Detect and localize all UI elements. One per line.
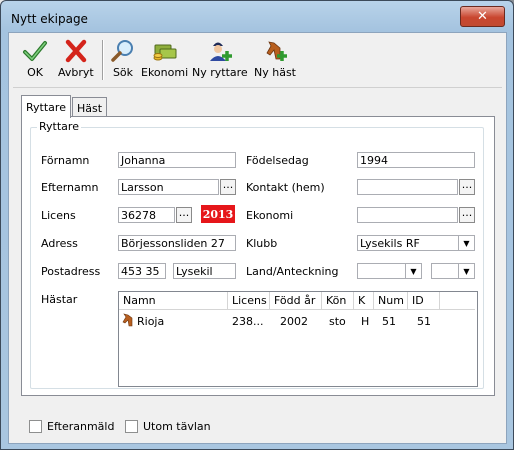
adress-field[interactable]: Börjessonsliden 27 (118, 235, 236, 251)
new-rider-label: Ny ryttare (192, 66, 248, 79)
close-button[interactable]: ✕ (460, 6, 505, 27)
tab-ryttare[interactable]: Ryttare (21, 95, 71, 118)
new-horse-label: Ny häst (254, 66, 296, 79)
new-rider-button[interactable]: Ny ryttare (192, 37, 248, 83)
kontakt-browse-button[interactable]: ... (459, 179, 475, 195)
chevron-down-icon: ▼ (458, 236, 474, 250)
toolbar: OK Avbryt Sök Ekonomi Ny ryttare Ny häst (14, 37, 304, 83)
license-year-badge: 2013 (201, 205, 235, 223)
ekonomi-field[interactable] (357, 207, 458, 223)
horse-icon (122, 313, 133, 327)
efteranmald-label: Efteranmäld (47, 420, 115, 433)
klubb-select[interactable]: Lysekils RF ▼ (357, 235, 475, 251)
column-header-namn[interactable]: Namn (119, 292, 228, 309)
economy-button[interactable]: Ekonomi (141, 37, 188, 83)
horse-fodd-ar: 2002 (280, 315, 308, 328)
efternamn-label: Efternamn (41, 181, 99, 194)
licens-browse-button[interactable]: ... (176, 207, 192, 223)
search-label: Sök (112, 66, 134, 79)
rider-group-label: Ryttare (37, 120, 81, 133)
column-header-id[interactable]: ID (408, 292, 440, 309)
klubb-label: Klubb (246, 237, 278, 250)
utom-tavlan-label: Utom tävlan (143, 420, 211, 433)
column-header-k[interactable]: K (354, 292, 374, 309)
postnummer-field[interactable]: 453 35 (118, 263, 166, 279)
horses-table[interactable]: Namn Licens Född år Kön K Num ID Rioja 2… (118, 291, 478, 387)
ekonomi-browse-button[interactable]: ... (459, 207, 475, 223)
efternamn-browse-button[interactable]: ... (220, 179, 236, 195)
licens-label: Licens (41, 209, 76, 222)
column-header-fodd-ar[interactable]: Född år (270, 292, 322, 309)
window-title: Nytt ekipage (11, 12, 88, 26)
chevron-down-icon: ▼ (458, 264, 474, 278)
magnifier-icon (111, 40, 133, 62)
tab-hast-label: Häst (77, 101, 103, 115)
ekonomi-label: Ekonomi (246, 209, 294, 222)
adress-label: Adress (41, 237, 78, 250)
checkmark-icon (23, 41, 47, 61)
add-rider-icon (209, 42, 232, 61)
horse-k: H (361, 315, 370, 328)
klubb-value: Lysekils RF (360, 237, 420, 250)
tab-hast[interactable]: Häst (72, 97, 108, 118)
close-icon: ✕ (477, 9, 488, 24)
add-horse-icon (266, 41, 287, 61)
ok-label: OK (27, 66, 43, 79)
horse-kon: sto (329, 315, 346, 328)
chevron-down-icon: ▼ (405, 264, 421, 278)
ok-button[interactable]: OK (22, 37, 48, 83)
horse-licens: 238... (232, 315, 264, 328)
economy-label: Ekonomi (141, 66, 189, 79)
dialog-window: Nytt ekipage ✕ OK Avbryt Sök Ekonomi Ny … (0, 0, 514, 450)
search-button[interactable]: Sök (110, 37, 136, 83)
cancel-label: Avbryt (58, 66, 94, 79)
ort-field[interactable]: Lysekil (173, 263, 236, 279)
hastar-label: Hästar (41, 293, 78, 306)
efteranmald-checkbox-box (29, 420, 42, 433)
tab-panel-ryttare: Ryttare Förnamn Efternamn Licens Adress … (21, 116, 495, 396)
anteckning-select[interactable]: ▼ (431, 263, 475, 279)
new-horse-button[interactable]: Ny häst (254, 37, 296, 83)
fornamn-field[interactable]: Johanna (118, 152, 236, 168)
toolbar-separator (102, 40, 104, 80)
licens-field[interactable]: 36278 (118, 207, 175, 223)
postadress-label: Postadress (41, 265, 101, 278)
column-header-kon[interactable]: Kön (322, 292, 354, 309)
horses-table-header: Namn Licens Född år Kön K Num ID (119, 292, 475, 310)
fodelsedag-field[interactable]: 1994 (357, 152, 475, 168)
efternamn-field[interactable]: Larsson (118, 179, 219, 195)
utom-tavlan-checkbox-box (125, 420, 138, 433)
toolbar-bottom-divider (13, 87, 502, 88)
efteranmald-checkbox[interactable]: Efteranmäld (29, 420, 114, 433)
column-header-num[interactable]: Num (374, 292, 408, 309)
money-icon (153, 44, 177, 61)
utom-tavlan-checkbox[interactable]: Utom tävlan (125, 420, 211, 433)
kontakt-field[interactable] (357, 179, 458, 195)
kontakt-label: Kontakt (hem) (246, 181, 325, 194)
tab-ryttare-label: Ryttare (26, 100, 66, 114)
column-header-licens[interactable]: Licens (228, 292, 270, 309)
dialog-client-area: OK Avbryt Sök Ekonomi Ny ryttare Ny häst… (8, 32, 507, 444)
fornamn-label: Förnamn (41, 154, 90, 167)
horse-id: 51 (417, 315, 431, 328)
horse-name: Rioja (137, 315, 165, 328)
cancel-button[interactable]: Avbryt (58, 37, 94, 83)
land-select[interactable]: ▼ (357, 263, 422, 279)
fodelsedag-label: Födelsedag (246, 154, 309, 167)
cancel-x-icon (65, 39, 87, 63)
horse-num: 51 (382, 315, 396, 328)
land-label: Land/Anteckning (246, 265, 339, 278)
